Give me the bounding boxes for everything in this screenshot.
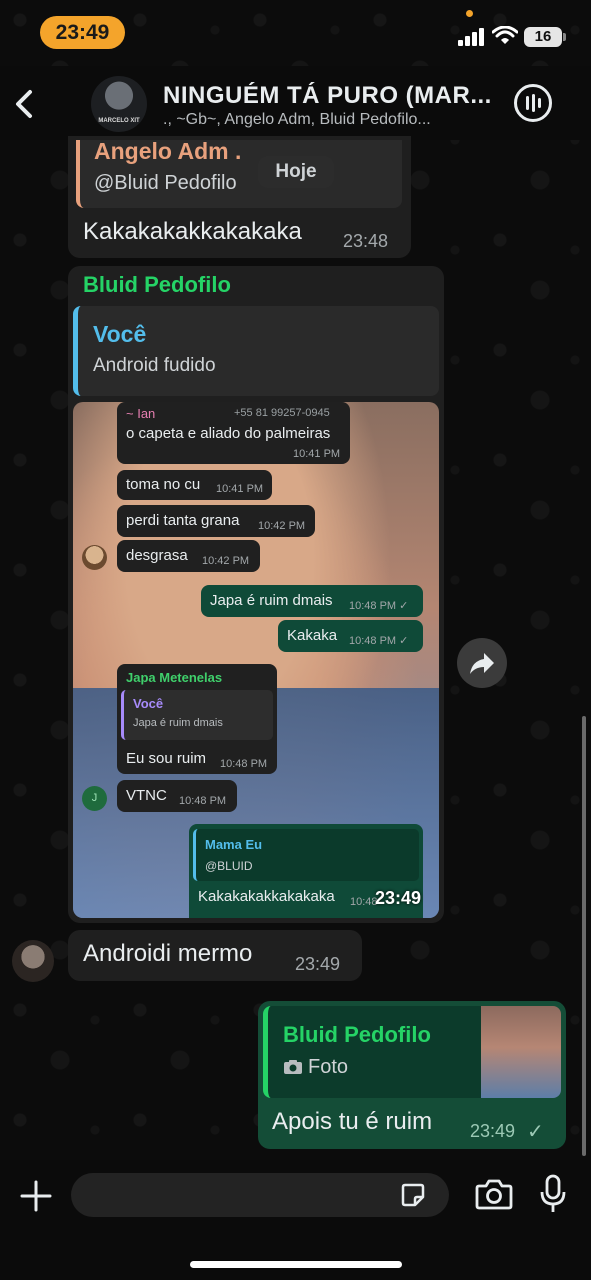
screenshot-text: Kakaka: [287, 627, 338, 644]
message-text: Kakakakakkakakaka: [83, 218, 302, 245]
back-chevron-icon[interactable]: [10, 84, 40, 124]
screenshot-message-outgoing: Kakaka 10:48 PM ✓: [278, 620, 423, 652]
screenshot-text: desgrasa: [126, 547, 188, 564]
battery-indicator: 16: [524, 27, 566, 47]
group-call-button[interactable]: [514, 84, 552, 122]
screenshot-text: Eu sou ruim: [126, 750, 207, 767]
screenshot-message: ~ Ian +55 81 99257-0945 o capeta e aliad…: [117, 402, 350, 464]
screenshot-text: Kakakakakkakakaka: [198, 888, 335, 905]
screenshot-phone: +55 81 99257-0945: [234, 407, 330, 419]
avatar-label: MARCELO XIT: [98, 118, 140, 124]
status-bar: 23:49 16: [0, 0, 591, 66]
plus-icon[interactable]: [18, 1178, 54, 1214]
screenshot-quote-sender: Você: [133, 696, 164, 711]
forward-arrow-icon: [470, 653, 494, 674]
screenshot-time: 10:42 PM: [258, 520, 306, 532]
screenshot-quote-text: @BLUID: [205, 859, 253, 873]
quoted-message[interactable]: Angelo Adm . @Bluid Pedofilo: [76, 138, 402, 208]
quoted-text: Foto: [308, 1056, 349, 1078]
screenshot-text: o capeta e aliado do palmeiras: [126, 425, 331, 442]
composer-bar: [0, 1160, 591, 1280]
screenshot-message-outgoing: Japa é ruim dmais 10:48 PM ✓: [201, 585, 423, 617]
message-time: 23:49: [295, 954, 341, 974]
forward-button[interactable]: [457, 638, 507, 688]
message-text: Apois tu é ruim: [272, 1108, 433, 1135]
message-time: 23:49: [375, 888, 422, 908]
quoted-sender: Angelo Adm .: [94, 138, 242, 164]
screenshot-time: 10:42 PM: [202, 555, 250, 567]
screenshot-time: 10:48 PM: [179, 795, 227, 807]
sender-avatar[interactable]: [12, 940, 54, 982]
message-input[interactable]: [71, 1173, 449, 1217]
screenshot-text: perdi tanta grana: [126, 512, 240, 529]
chat-title[interactable]: NINGUÉM TÁ PURO (MAR...: [163, 82, 503, 110]
quoted-text: Android fudido: [93, 355, 216, 376]
scrollbar[interactable]: [582, 716, 586, 1156]
screenshot-time: 10:48 PM: [220, 758, 268, 770]
screenshot-time: 10:48 PM ✓: [349, 600, 409, 612]
screenshot-text: toma no cu: [126, 476, 201, 493]
screenshot-quote: Você Japa é ruim dmais: [121, 690, 273, 740]
screenshot-message: desgrasa 10:42 PM: [117, 540, 260, 572]
quoted-message[interactable]: Você Android fudido: [73, 306, 439, 396]
screenshot-sender: Japa Metenelas: [126, 670, 223, 685]
screenshot-sender: ~ Ian: [126, 406, 156, 421]
screenshot-time: 10:41 PM: [216, 483, 264, 495]
screenshot-time: 10:41 PM: [293, 448, 341, 460]
quoted-photo-thumbnail: [481, 1006, 561, 1098]
chat-header: MARCELO XIT NINGUÉM TÁ PURO (MAR... ., ~…: [0, 66, 591, 140]
cellular-signal-icon: [458, 28, 486, 46]
participant-avatar: [82, 545, 107, 570]
screenshot-message: perdi tanta grana 10:42 PM: [117, 505, 315, 537]
wifi-icon: [492, 26, 518, 44]
camera-icon: [284, 1060, 302, 1074]
camera-icon[interactable]: [475, 1178, 513, 1210]
date-chip: Hoje: [258, 156, 334, 188]
message-time: 23:48: [343, 231, 389, 251]
quoted-sender: Você: [93, 321, 147, 347]
sticker-icon[interactable]: [400, 1182, 426, 1208]
status-time: 23:49: [40, 16, 125, 49]
message-text: Androidi mermo: [83, 940, 253, 967]
screenshot-message: VTNC 10:48 PM: [117, 780, 237, 812]
quoted-text: @Bluid Pedofilo: [94, 172, 237, 194]
shared-photo[interactable]: ~ Ian +55 81 99257-0945 o capeta e aliad…: [73, 402, 439, 918]
screenshot-message: Japa Metenelas Você Japa é ruim dmais Eu…: [117, 664, 277, 774]
screenshot-quote: Mama Eu @BLUID: [193, 829, 419, 881]
home-indicator[interactable]: [190, 1261, 402, 1268]
screenshot-text: VTNC: [126, 787, 167, 804]
screenshot-time: 10:48 PM ✓: [349, 635, 409, 647]
participant-avatar: J: [82, 786, 107, 811]
message-time: 23:49: [470, 1121, 516, 1141]
microphone-icon[interactable]: [539, 1174, 567, 1214]
chat-participants[interactable]: ., ~Gb~, Angelo Adm, Bluid Pedofilo...: [163, 111, 503, 129]
screenshot-message: toma no cu 10:41 PM: [117, 470, 272, 500]
screenshot-text: Japa é ruim dmais: [210, 592, 333, 609]
screenshot-quote-text: Japa é ruim dmais: [133, 717, 223, 729]
screenshot-time: 10:48: [350, 896, 378, 908]
sender-name[interactable]: Bluid Pedofilo: [83, 272, 231, 298]
quoted-sender: Bluid Pedofilo: [283, 1022, 431, 1047]
group-avatar[interactable]: MARCELO XIT: [91, 76, 147, 132]
screenshot-quote-sender: Mama Eu: [205, 837, 263, 852]
quoted-message[interactable]: Bluid Pedofilo Foto: [263, 1006, 561, 1098]
delivered-check-icon: ✓: [527, 1121, 544, 1143]
privacy-indicator-dot: [466, 10, 473, 17]
